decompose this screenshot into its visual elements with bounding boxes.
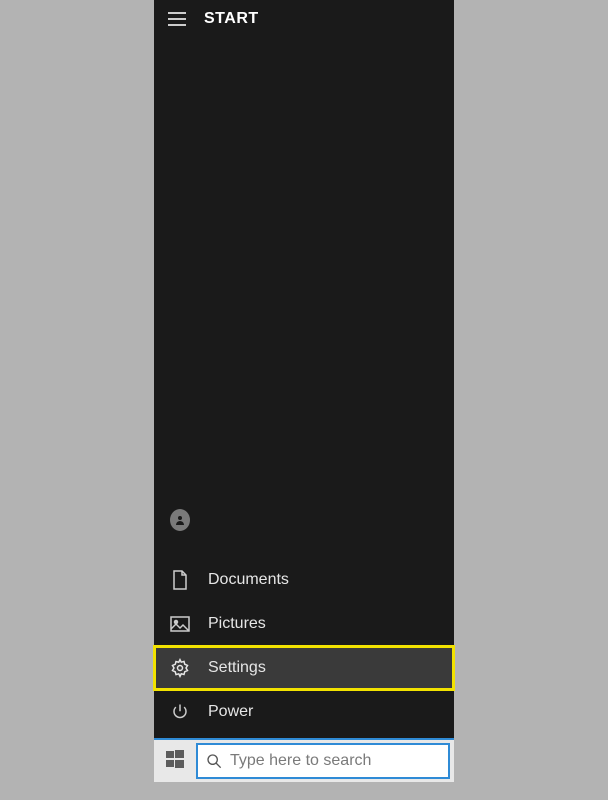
user-account-button[interactable]: [154, 498, 454, 542]
windows-start-button[interactable]: [154, 739, 196, 783]
settings-button[interactable]: Settings: [154, 646, 454, 690]
power-button[interactable]: Power: [154, 690, 454, 734]
taskbar-search[interactable]: [196, 743, 450, 779]
start-menu-panel: START Documents Pictures: [154, 0, 454, 782]
pictures-label: Pictures: [208, 615, 266, 633]
search-icon: [206, 753, 222, 769]
documents-label: Documents: [208, 571, 289, 589]
power-icon: [170, 702, 190, 722]
search-input[interactable]: [230, 752, 440, 770]
pictures-button[interactable]: Pictures: [154, 602, 454, 646]
start-bottom-menu: Documents Pictures Settings Power: [154, 498, 454, 738]
hamburger-icon[interactable]: [168, 12, 186, 26]
start-header: START: [154, 0, 454, 38]
power-label: Power: [208, 703, 253, 721]
start-empty-area: [154, 38, 454, 498]
user-icon: [170, 510, 190, 530]
start-title: START: [204, 10, 259, 28]
settings-label: Settings: [208, 659, 266, 677]
documents-button[interactable]: Documents: [154, 558, 454, 602]
menu-divider: [154, 542, 454, 558]
pictures-icon: [170, 614, 190, 634]
document-icon: [170, 570, 190, 590]
windows-logo-icon: [166, 750, 184, 773]
gear-icon: [170, 658, 190, 678]
taskbar: [154, 738, 454, 782]
